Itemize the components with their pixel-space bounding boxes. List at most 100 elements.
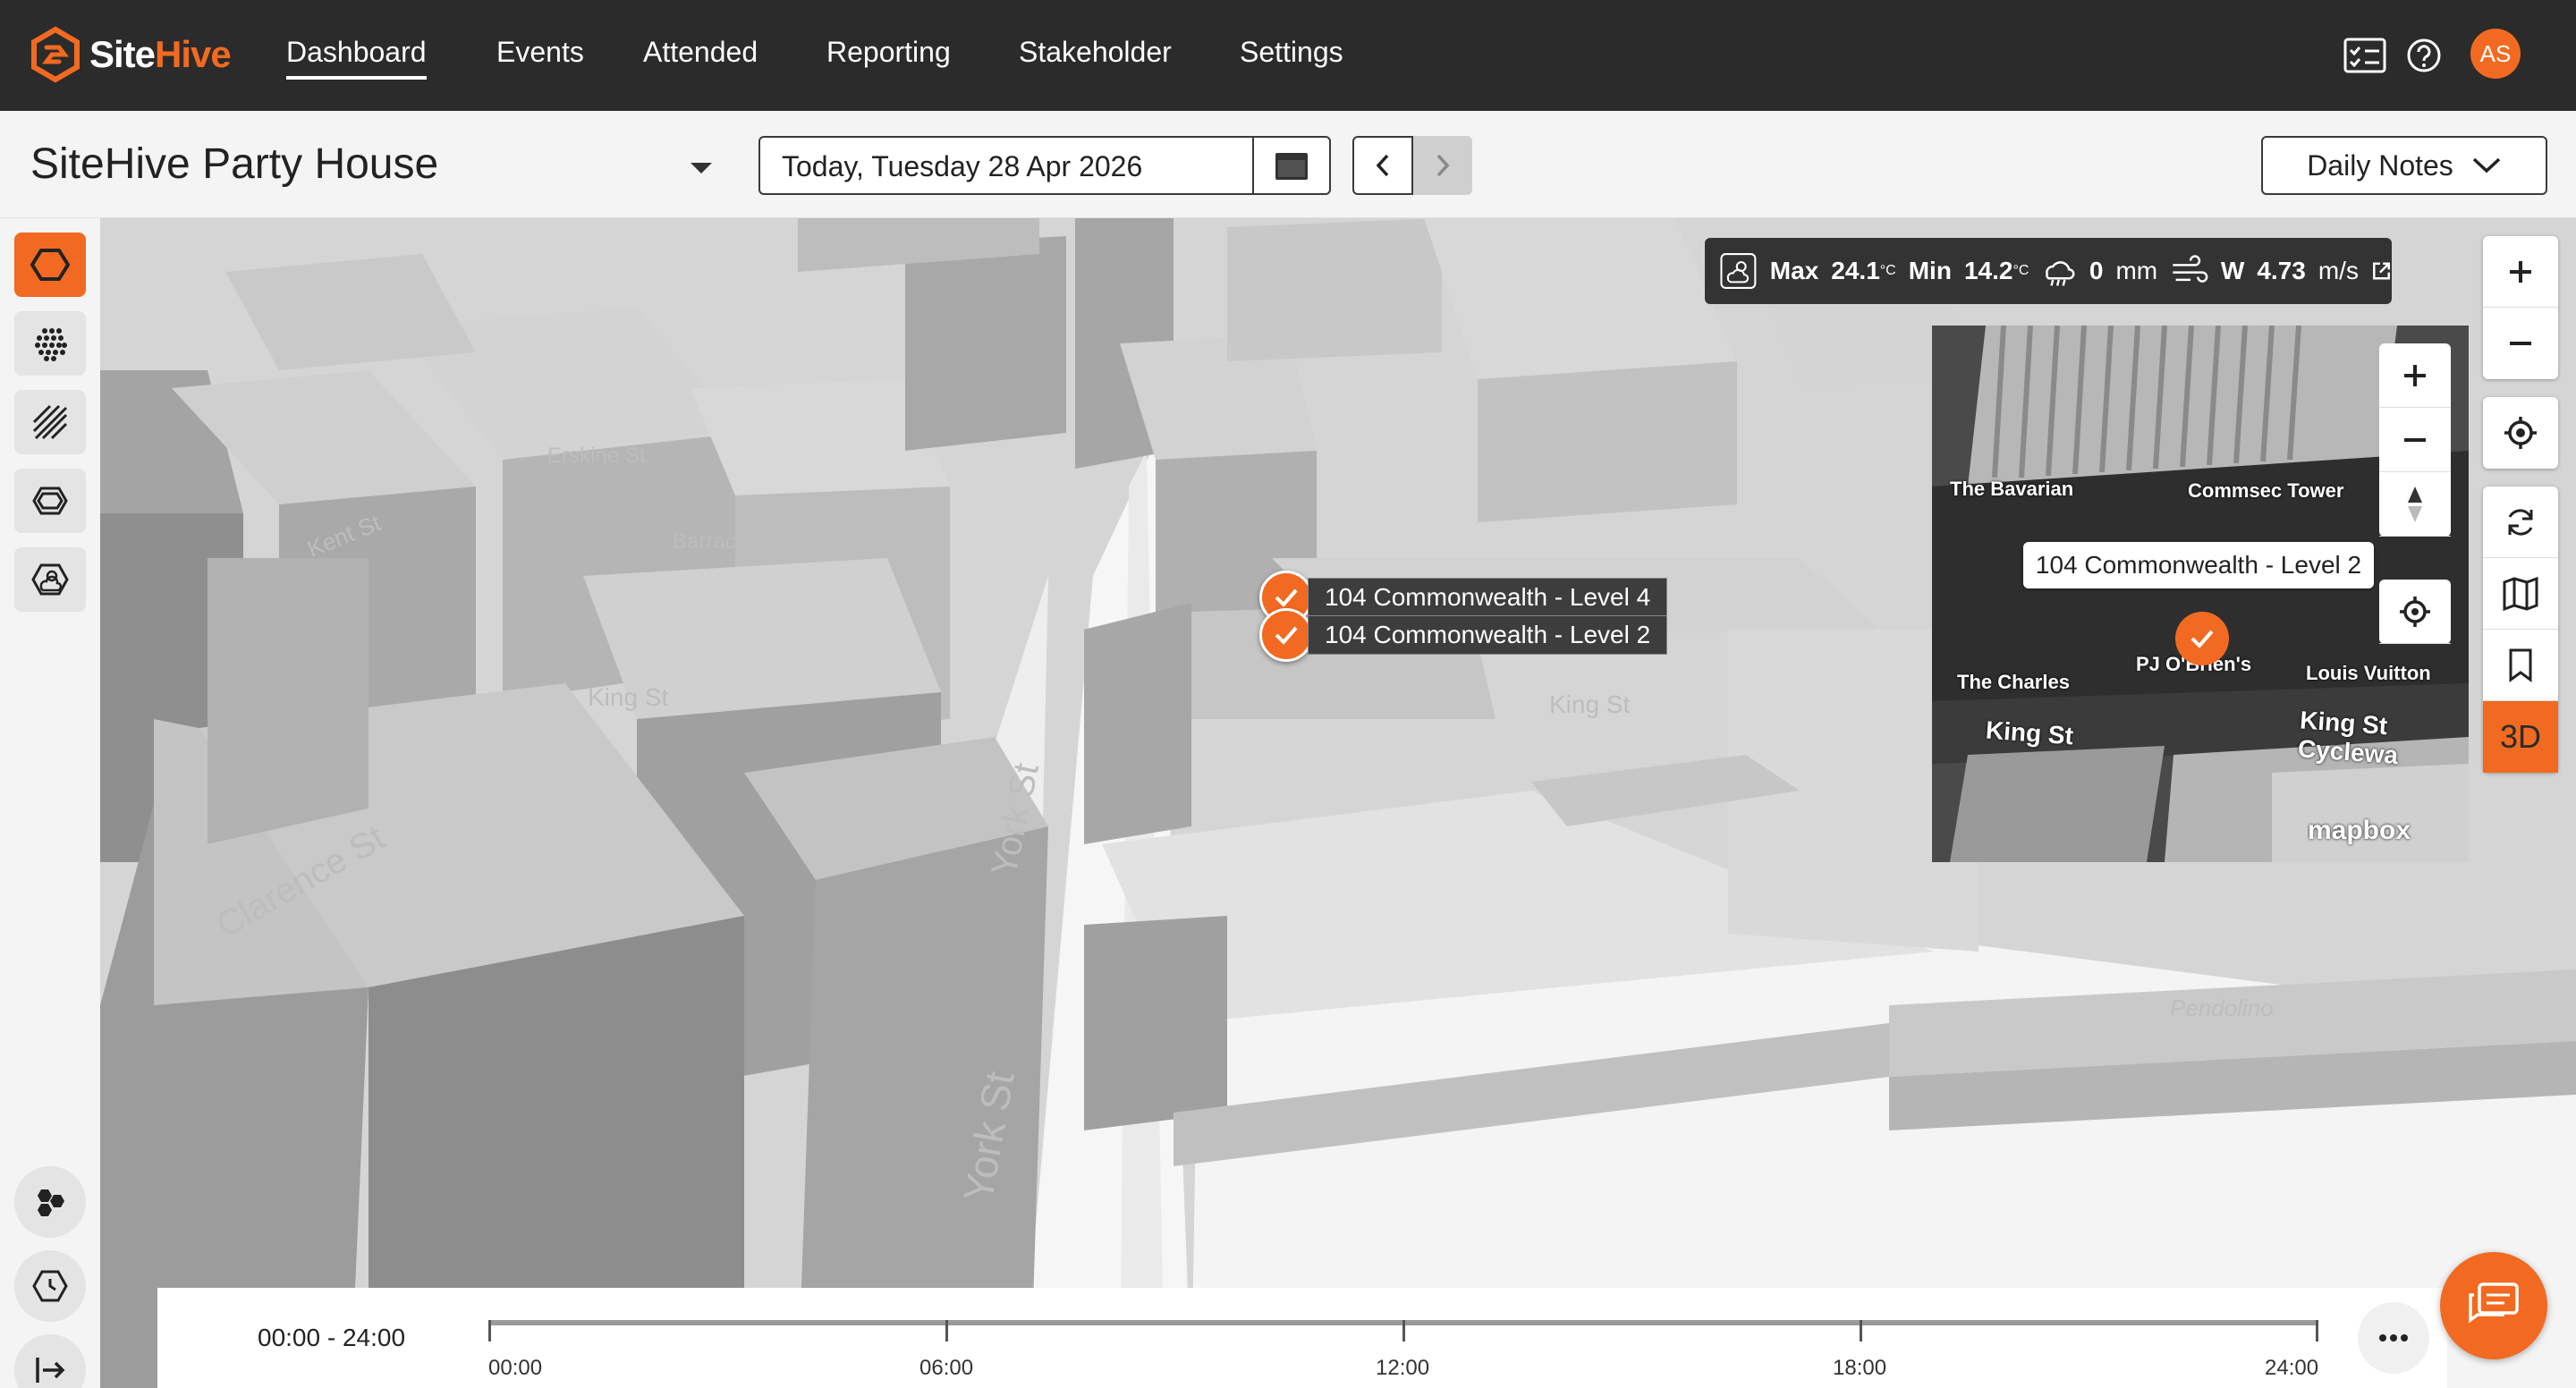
- calendar-button[interactable]: [1252, 138, 1329, 193]
- weather-layer-button[interactable]: [14, 547, 86, 612]
- logo-text-site: Site: [89, 33, 156, 75]
- nav-events[interactable]: Events: [496, 36, 584, 69]
- locate-control: [2483, 397, 2558, 469]
- zones-layer-button[interactable]: [14, 469, 86, 533]
- weather-min-label: Min: [1908, 257, 1952, 284]
- help-icon[interactable]: [2401, 32, 2447, 79]
- chevron-left-icon: [1376, 154, 1389, 177]
- checklist-icon[interactable]: [2342, 32, 2388, 79]
- street-label: King St: [1549, 690, 1631, 718]
- timeline-tick: [1860, 1320, 1862, 1341]
- sensors-layer-button[interactable]: [14, 311, 86, 376]
- more-horizontal-icon: [2379, 1334, 2408, 1341]
- timeline-bar: 00:00 - 24:00 00:00 06:00 12:00 18:00 24…: [157, 1288, 2447, 1388]
- cluster-icon: [38, 1189, 64, 1216]
- checkmark-icon: [1275, 626, 1298, 645]
- minimap-locate-control: [2379, 580, 2451, 644]
- top-navigation: SiteHive Dashboard Events Attended Repor…: [0, 0, 2576, 111]
- hatch-icon: [32, 404, 68, 440]
- bookmark-button[interactable]: [2483, 630, 2558, 701]
- zoom-in-button[interactable]: [2483, 236, 2558, 308]
- hexagon-icon: [30, 249, 70, 281]
- rain-cloud-icon: [2046, 261, 2075, 286]
- rainfall-unit: mm: [2115, 257, 2158, 284]
- zoom-out-button[interactable]: [2483, 308, 2558, 379]
- calendar-icon: [1275, 153, 1308, 180]
- hexagon-clock-icon: [32, 1270, 68, 1302]
- marker-pin[interactable]: [1259, 608, 1313, 662]
- marker-level-2[interactable]: 104 Commonwealth - Level 2: [1259, 608, 1668, 662]
- chevron-down-icon: [2472, 157, 2500, 174]
- nav-attended[interactable]: Attended: [643, 36, 758, 69]
- minus-icon: [2510, 342, 2531, 345]
- timeline-tick-label: 00:00: [488, 1356, 543, 1380]
- heatmap-layer-button[interactable]: [14, 390, 86, 454]
- stacked-hexagon-icon: [32, 487, 68, 515]
- collapse-sidebar-button[interactable]: [14, 1334, 86, 1388]
- logo-text-hive: Hive: [155, 33, 232, 75]
- weather-bar: Max 24.1 °C Min 14.2 °C 0 mm W 4.73 m/s: [1705, 238, 2392, 304]
- wind-unit: m/s: [2318, 257, 2359, 284]
- mapbox-attribution[interactable]: mapbox: [2308, 816, 2411, 846]
- timeline-tick: [1402, 1320, 1405, 1341]
- locate-button[interactable]: [2483, 397, 2558, 469]
- chat-support-button[interactable]: [2440, 1252, 2547, 1359]
- previous-day-button[interactable]: [1352, 136, 1413, 195]
- minimap-compass-button[interactable]: [2379, 472, 2451, 537]
- partly-cloudy-icon: [1720, 253, 1757, 289]
- rainfall-value: 0: [2089, 257, 2104, 284]
- minimap-zoom-in-button[interactable]: [2379, 343, 2451, 408]
- site-selector-chevron-icon[interactable]: [689, 161, 714, 175]
- date-picker[interactable]: Today, Tuesday 28 Apr 2026: [758, 136, 1331, 195]
- expand-arrow-icon: [36, 1358, 65, 1383]
- street-label: Barrack St: [673, 529, 774, 554]
- timeline-tick: [2316, 1320, 2318, 1341]
- nav-reporting[interactable]: Reporting: [826, 36, 951, 69]
- map-style-button[interactable]: [2483, 558, 2558, 630]
- reset-view-button[interactable]: [2483, 487, 2558, 558]
- timeline-tick-label: 06:00: [919, 1356, 974, 1380]
- street-label: King St: [588, 683, 669, 711]
- compass-icon: [2408, 486, 2422, 522]
- toggle-3d-button[interactable]: 3D: [2483, 701, 2558, 773]
- view-controls: 3D: [2483, 487, 2558, 773]
- sites-layer-button[interactable]: [14, 233, 86, 297]
- logo-icon: [31, 26, 80, 83]
- nav-dashboard[interactable]: Dashboard: [286, 36, 427, 80]
- nav-stakeholder[interactable]: Stakeholder: [1019, 36, 1172, 69]
- road-label: King St: [1985, 715, 2074, 750]
- cluster-button[interactable]: [14, 1166, 86, 1238]
- road-label: King St Cyclewa: [2297, 706, 2400, 770]
- next-day-button[interactable]: [1413, 136, 1472, 195]
- wind-value: 4.73: [2257, 257, 2306, 284]
- plus-icon: [2404, 364, 2426, 386]
- timeline-tick-label: 24:00: [2265, 1356, 2319, 1380]
- page-header: SiteHive Party House Today, Tuesday 28 A…: [0, 111, 2576, 218]
- daily-notes-button[interactable]: Daily Notes: [2261, 136, 2547, 195]
- timeline-more-button[interactable]: [2358, 1302, 2429, 1374]
- timeline-tick: [945, 1320, 948, 1341]
- chat-icon: [2469, 1282, 2519, 1324]
- nav-settings[interactable]: Settings: [1240, 36, 1343, 69]
- poi-label: The Bavarian: [1950, 478, 2074, 500]
- poi-label: Louis Vuitton: [2306, 662, 2431, 684]
- poi-label: The Charles: [1957, 671, 2070, 693]
- minimap-tooltip: 104 Commonwealth - Level 2: [2023, 542, 2374, 588]
- timeline-tick-label: 18:00: [1833, 1356, 1887, 1380]
- user-avatar[interactable]: AS: [2470, 29, 2521, 79]
- timelapse-button[interactable]: [14, 1250, 86, 1322]
- logo-text: SiteHive: [89, 33, 232, 76]
- bookmark-icon: [2509, 648, 2532, 682]
- minimap-marker[interactable]: [2175, 612, 2229, 665]
- wind-icon: [2173, 255, 2208, 283]
- left-toolbar: [0, 218, 100, 1388]
- marker-label: 104 Commonwealth - Level 2: [1308, 615, 1668, 655]
- sitehive-logo[interactable]: SiteHive: [27, 23, 232, 86]
- timeline-tick: [488, 1320, 491, 1341]
- zoom-controls: [2483, 236, 2558, 379]
- minimap-zoom-out-button[interactable]: [2379, 408, 2451, 472]
- external-link-icon[interactable]: [2371, 258, 2392, 284]
- timeline-tick-label: 12:00: [1376, 1356, 1430, 1380]
- temperature-unit: °C: [2012, 263, 2029, 278]
- minimap-locate-button[interactable]: [2379, 580, 2451, 644]
